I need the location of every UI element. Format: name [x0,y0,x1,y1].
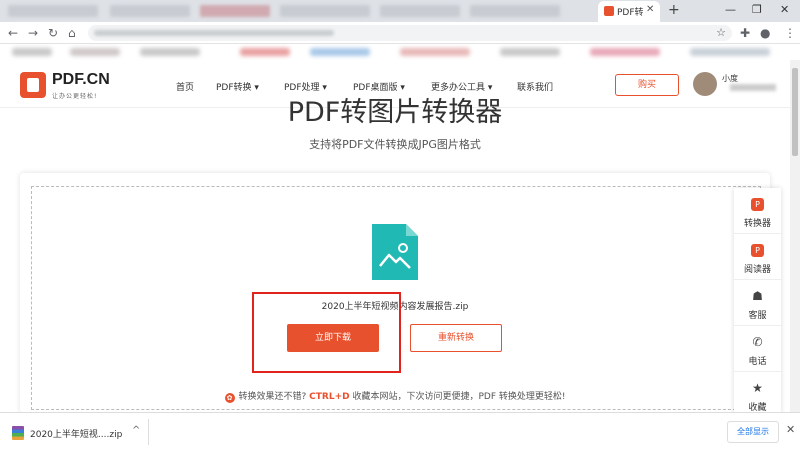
bookmark-star-icon[interactable]: ☆ [716,26,726,39]
download-item-name: 2020上半年短视....zip [30,430,123,440]
scrollbar-thumb[interactable] [792,68,798,156]
new-tab-button[interactable]: + [668,2,680,18]
tip-text-prefix: 转换效果还不错? [238,392,307,402]
blurred-tab[interactable] [200,5,270,17]
bookmark-tip: ✿ 转换效果还不错? CTRL+D 收藏本网站，下次访问更便捷，PDF 转换处理更… [0,389,790,403]
bookmark-item[interactable] [240,48,290,56]
reconvert-button[interactable]: 重新转换 [410,324,502,352]
converter-icon: P [751,198,764,211]
divider [148,419,149,445]
active-tab[interactable]: PDF转图片转换器 ✕ [598,1,660,22]
blurred-tab[interactable] [280,5,370,17]
pdf-favicon-icon [604,6,614,16]
extensions-icon[interactable]: ✚ [740,26,750,40]
close-window-button[interactable]: ✕ [780,3,789,16]
minimize-button[interactable]: — [725,3,736,16]
blurred-tab[interactable] [470,5,560,17]
star-icon: ★ [752,381,763,395]
image-file-icon [372,224,418,280]
sidebar-item-phone[interactable]: ✆ 电话 [734,326,781,372]
blurred-tab[interactable] [380,5,460,17]
address-bar[interactable]: ☆ [88,25,732,41]
bookmark-item[interactable] [310,48,370,56]
sidebar-item-label: 转换器 [743,219,771,229]
zip-file-icon [12,426,24,440]
username[interactable]: 小度 [722,73,738,84]
forward-icon[interactable]: → [28,26,38,40]
page-title: PDF转图片转换器 [287,97,503,128]
home-icon[interactable]: ⌂ [68,26,76,40]
download-item[interactable]: 2020上半年短视....zip ^ [6,421,148,445]
profile-icon[interactable]: ● [760,26,770,40]
highlight-annotation-box [252,292,401,373]
reload-icon[interactable]: ↻ [48,26,58,40]
sidebar-item-customer-service[interactable]: ☗ 客服 [734,280,781,326]
sidebar-item-converter[interactable]: P 转换器 [734,188,781,234]
sidebar-item-label: 电话 [748,357,767,367]
chevron-up-icon[interactable]: ^ [132,425,140,436]
page-subtitle: 支持将PDF文件转换成JPG图片格式 [309,138,481,151]
close-icon[interactable]: ✕ [786,423,795,436]
tip-text-suffix: 收藏本网站，下次访问更便捷，PDF 转换处理更轻松! [352,392,566,402]
active-tab-title: PDF转图片转换器 [617,8,643,18]
brand-name[interactable]: PDF.CN [52,71,110,89]
bookmark-item[interactable] [690,48,770,56]
customer-service-icon: ☗ [752,289,763,303]
flower-icon: ✿ [224,393,235,403]
menu-icon[interactable]: ⋮ [784,26,796,40]
side-toolbar: P 转换器 P 阅读器 ☗ 客服 ✆ 电话 ★ 收藏 [734,188,781,414]
bookmark-item[interactable] [400,48,470,56]
bookmark-item[interactable] [70,48,120,56]
blurred-tab[interactable] [8,5,98,17]
sidebar-item-reader[interactable]: P 阅读器 [734,234,781,280]
download-bar: 2020上半年短视....zip ^ 全部显示 ✕ [0,412,800,450]
phone-icon: ✆ [752,335,763,349]
close-tab-icon[interactable]: ✕ [646,4,654,15]
blurred-url [94,30,334,36]
bookmark-item[interactable] [500,48,560,56]
bookmark-item[interactable] [590,48,660,56]
reader-icon: P [751,244,764,257]
browser-tab-strip: PDF转图片转换器 ✕ + — ❐ ✕ [0,0,800,22]
bookmark-item[interactable] [12,48,52,56]
sidebar-item-label: 阅读器 [743,265,771,275]
bookmark-item[interactable] [140,48,200,56]
browser-toolbar: ← → ↻ ⌂ ☆ ✚ ● ⋮ [0,22,800,44]
bookmarks-bar [0,44,800,60]
sidebar-item-label: 客服 [748,311,767,321]
tip-shortcut: CTRL+D [309,392,350,402]
back-icon[interactable]: ← [8,26,18,40]
show-all-button[interactable]: 全部显示 [727,421,779,443]
maximize-button[interactable]: ❐ [752,3,762,16]
blurred-tab[interactable] [110,5,190,17]
